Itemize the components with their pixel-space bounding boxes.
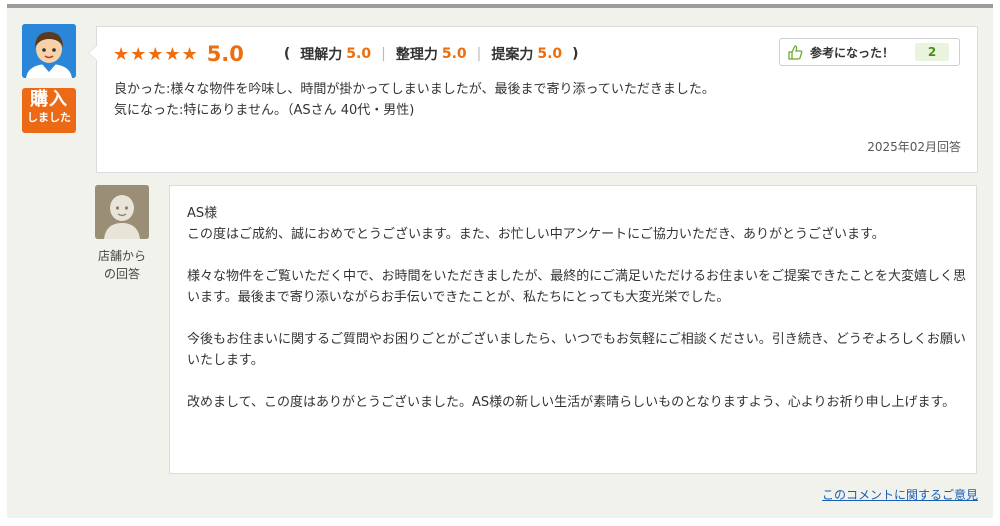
helpful-count: 2: [915, 43, 949, 61]
thumbs-up-hand-icon: [788, 45, 803, 60]
review-body: 良かった:様々な物件を吟味し、時間が掛かってしまいましたが、最後まで寄り添ってい…: [114, 79, 964, 121]
helpful-button[interactable]: 参考になった！ 2: [779, 38, 960, 66]
open-paren: (: [283, 46, 291, 62]
sub-scores: ( 理解力 5.0 | 整理力 5.0 | 提案力 5.0 ): [274, 44, 589, 64]
review-good-line: 良かった:様々な物件を吟味し、時間が掛かってしまいましたが、最後まで寄り添ってい…: [114, 82, 715, 97]
review-concern-line: 気になった:特にありません。（ASさん 40代・男性): [114, 103, 415, 118]
sub-score-label: 理解力: [300, 47, 343, 63]
rating-row: ★★★★★ 5.0 ( 理解力 5.0 | 整理力 5.0 | 提案力 5.0 …: [113, 41, 589, 67]
review-card: ★★★★★ 5.0 ( 理解力 5.0 | 整理力 5.0 | 提案力 5.0 …: [88, 26, 978, 173]
purchased-badge-sub: しました: [27, 111, 71, 124]
shop-label-line1: 店舗から: [97, 249, 146, 263]
shop-reply-card: AS様 この度はご成約、誠におめでとうございます。また、お忙しい中アンケートにご…: [169, 185, 977, 474]
purchased-badge: 購入 しました: [22, 88, 76, 133]
sub-score-separator: |: [381, 46, 386, 62]
purchased-badge-main: 購入: [30, 89, 68, 110]
reply-greeting: AS様: [187, 206, 218, 221]
sub-score-value: 5.0: [346, 46, 372, 62]
reviewer-avatar-icon: [22, 24, 76, 78]
sub-score-label: 提案力: [491, 47, 534, 63]
reply-paragraph: この度はご成約、誠におめでとうございます。また、お忙しい中アンケートにご協力いた…: [187, 227, 885, 242]
reply-paragraph: 今後もお住まいに関するご質問やお困りごとがございましたら、いつでもお気軽にご相談…: [187, 332, 966, 368]
star-rating-icon: ★★★★★: [113, 43, 199, 65]
shop-reply-body: AS様 この度はご成約、誠におめでとうございます。また、お忙しい中アンケートにご…: [187, 203, 967, 434]
close-paren: ): [572, 46, 579, 62]
review-date: 2025年02月回答: [867, 140, 961, 154]
helpful-label: 参考になった！: [810, 45, 895, 60]
sub-score-separator: |: [476, 46, 482, 62]
shop-staff-icon: [95, 185, 149, 239]
sub-score-label: 整理力: [395, 47, 438, 63]
reply-paragraph: 改めまして、この度はありがとうございました。AS様の新しい生活が素晴らしいものと…: [187, 395, 956, 410]
shop-reply-label: 店舗から の回答: [85, 247, 159, 283]
shop-label-line2: の回答: [103, 267, 140, 281]
reply-paragraph: 様々な物件をご覧いただく中で、お時間をいただきましたが、最終的にご満足いただける…: [187, 269, 966, 305]
comment-opinion-link[interactable]: このコメントに関するご意見: [822, 486, 978, 503]
sub-score-value: 5.0: [441, 46, 467, 62]
overall-score: 5.0: [206, 42, 244, 66]
sub-score-value: 5.0: [537, 46, 563, 62]
